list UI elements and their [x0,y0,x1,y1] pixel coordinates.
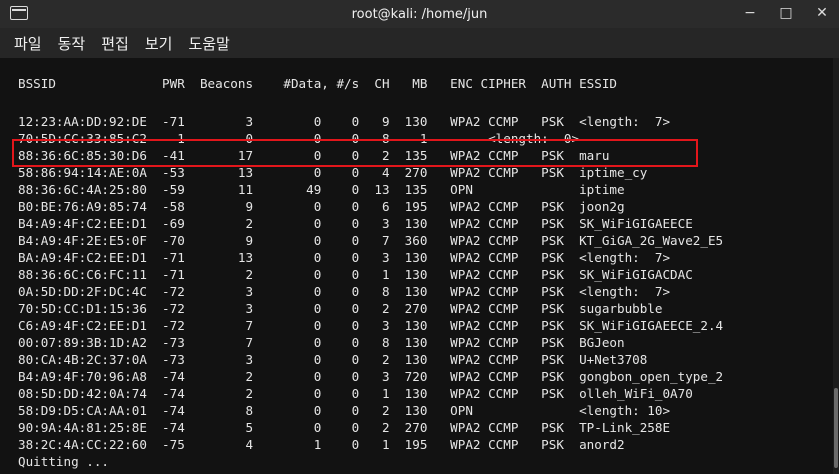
table-row: B4:A9:4F:2E:E5:0F -70 9 0 0 7 360 WPA2 C… [18,233,724,248]
table-row: 0A:5D:DD:2F:DC:4C -72 3 0 0 8 130 WPA2 C… [18,284,671,299]
highlight-box [12,139,698,167]
table-row: B4:A9:4F:C2:EE:D1 -69 2 0 0 3 130 WPA2 C… [18,216,693,231]
terminal-icon [10,6,28,20]
title-bar: root@kali: /home/jun − □ ✕ [0,0,839,28]
menu-action[interactable]: 동작 [58,33,86,54]
menu-file[interactable]: 파일 [14,33,42,54]
terminal-output[interactable]: BSSID PWR Beacons #Data, #/s CH MB ENC C… [0,58,839,474]
minimize-button[interactable]: − [741,4,759,22]
window-title: root@kali: /home/jun [351,6,488,22]
quit-message: Quitting ... [18,454,109,469]
table-row: 80:CA:4B:2C:37:0A -73 3 0 0 2 130 WPA2 C… [18,352,648,367]
table-header: BSSID PWR Beacons #Data, #/s CH MB ENC C… [18,76,617,91]
menu-edit[interactable]: 편집 [101,33,129,54]
menu-bar: 파일 동작 편집 보기 도움말 [0,28,839,58]
table-row: 88:36:6C:4A:25:80 -59 11 49 0 13 135 OPN… [18,182,625,197]
table-row: B0:BE:76:A9:85:74 -58 9 0 0 6 195 WPA2 C… [18,199,625,214]
table-row: 70:5D:CC:D1:15:36 -72 3 0 0 2 270 WPA2 C… [18,301,663,316]
table-row: 90:9A:4A:81:25:8E -74 5 0 0 2 270 WPA2 C… [18,420,671,435]
table-row: BA:A9:4F:C2:EE:D1 -71 13 0 0 3 130 WPA2 … [18,250,671,265]
scrollbar-thumb[interactable] [834,388,838,468]
table-row: 88:36:6C:C6:FC:11 -71 2 0 0 1 130 WPA2 C… [18,267,693,282]
menu-help[interactable]: 도움말 [188,33,229,54]
maximize-button[interactable]: □ [777,4,795,22]
table-row: B4:A9:4F:70:96:A8 -74 2 0 0 3 720 WPA2 C… [18,369,724,384]
scrollbar[interactable] [833,58,839,474]
table-row: 58:D9:D5:CA:AA:01 -74 8 0 0 2 130 OPN <l… [18,403,671,418]
airodump-table: BSSID PWR Beacons #Data, #/s CH MB ENC C… [0,58,839,471]
table-row: 38:2C:4A:CC:22:60 -75 4 1 0 1 195 WPA2 C… [18,437,625,452]
menu-view[interactable]: 보기 [145,33,173,54]
table-row: 08:5D:DD:42:0A:74 -74 2 0 0 1 130 WPA2 C… [18,386,693,401]
table-row: 12:23:AA:DD:92:DE -71 3 0 0 9 130 WPA2 C… [18,114,671,129]
table-row: C6:A9:4F:C2:EE:D1 -72 7 0 0 3 130 WPA2 C… [18,318,724,333]
close-button[interactable]: ✕ [813,4,831,22]
table-row: 00:07:89:3B:1D:A2 -73 7 0 0 8 130 WPA2 C… [18,335,625,350]
